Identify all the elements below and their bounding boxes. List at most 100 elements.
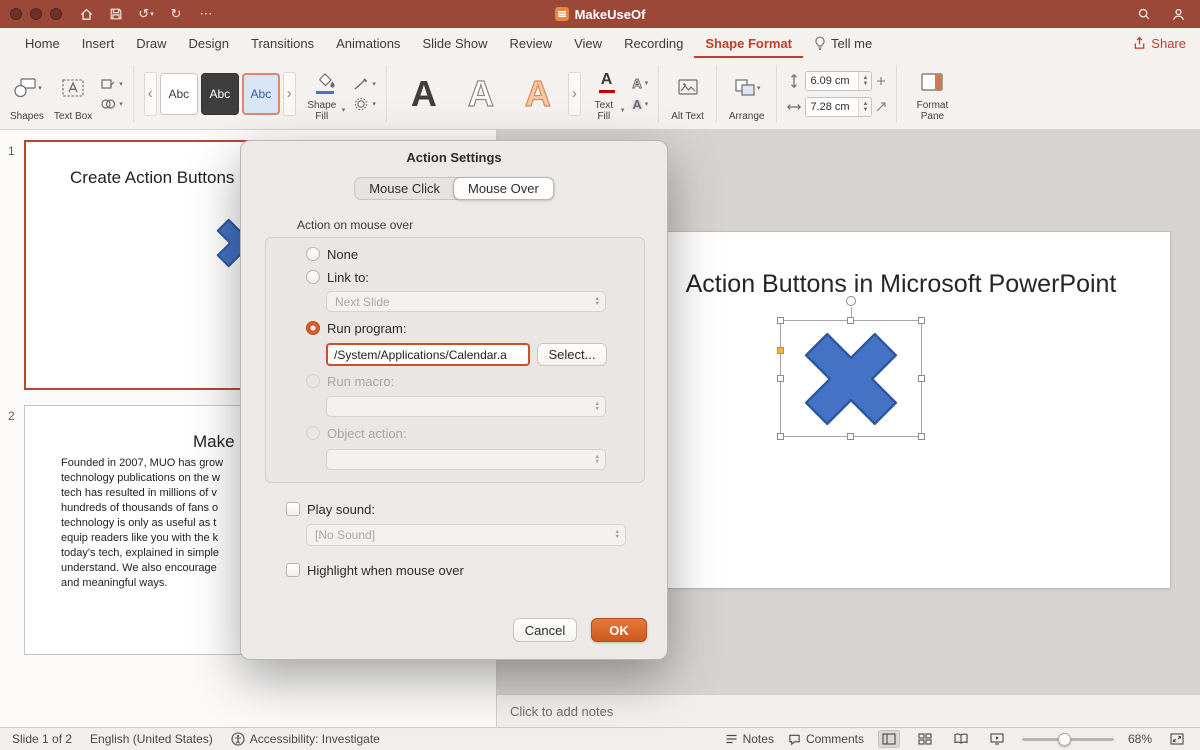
link-to-dropdown[interactable]: Next Slide ▲▼	[326, 291, 606, 312]
resize-handle-w[interactable]	[777, 375, 784, 382]
highlight-checkbox[interactable]	[286, 563, 300, 577]
tell-me-button[interactable]: Tell me	[803, 28, 883, 58]
run-macro-dropdown[interactable]: ▲▼	[326, 396, 606, 417]
shapes-button[interactable]: ▾ Shapes	[8, 62, 46, 125]
zoom-slider[interactable]	[1022, 738, 1114, 741]
arrange-button[interactable]: ▾ Arrange	[727, 62, 767, 125]
reading-view-button[interactable]	[950, 730, 972, 748]
play-sound-dropdown[interactable]: [No Sound] ▲▼	[306, 524, 626, 546]
share-button[interactable]: Share	[1133, 36, 1186, 51]
text-effects-button[interactable]: A ▾	[632, 97, 648, 112]
tab-draw[interactable]: Draw	[125, 28, 177, 58]
x-shape[interactable]	[795, 323, 907, 435]
select-program-button[interactable]: Select...	[537, 343, 607, 366]
shape-width-input[interactable]	[806, 98, 858, 116]
tab-shape-format[interactable]: Shape Format	[694, 28, 803, 58]
resize-handle-n[interactable]	[847, 317, 854, 324]
tab-view[interactable]: View	[563, 28, 613, 58]
minimize-button[interactable]	[30, 8, 42, 20]
play-sound-checkbox[interactable]	[286, 502, 300, 516]
tab-recording[interactable]: Recording	[613, 28, 694, 58]
format-pane-button[interactable]: Format Pane	[907, 62, 957, 125]
cancel-button[interactable]: Cancel	[513, 618, 577, 642]
normal-view-button[interactable]	[878, 730, 900, 748]
home-icon[interactable]	[76, 3, 96, 25]
redo-icon[interactable]: ↻	[166, 3, 186, 25]
search-icon[interactable]	[1134, 3, 1154, 25]
size-option-icon[interactable]	[876, 76, 886, 86]
text-outline-button[interactable]: A ▾	[632, 76, 648, 91]
save-icon[interactable]	[106, 3, 126, 25]
radio-run-program[interactable]	[306, 321, 320, 335]
comments-toggle[interactable]: Comments	[788, 732, 864, 746]
shape-outline-button[interactable]: ▾	[353, 77, 376, 91]
tab-transitions[interactable]: Transitions	[240, 28, 325, 58]
radio-object-action[interactable]	[306, 426, 320, 440]
slide-sorter-view-button[interactable]	[914, 730, 936, 748]
resize-handle-e[interactable]	[918, 375, 925, 382]
tab-animations[interactable]: Animations	[325, 28, 411, 58]
account-icon[interactable]	[1168, 3, 1188, 25]
zoom-slider-knob[interactable]	[1058, 733, 1071, 746]
gallery-scroll-right-icon[interactable]: ›	[283, 72, 296, 116]
object-action-dropdown[interactable]: ▲▼	[326, 449, 606, 470]
tab-design[interactable]: Design	[178, 28, 240, 58]
tab-home[interactable]: Home	[14, 28, 71, 58]
radio-run-macro[interactable]	[306, 374, 320, 388]
language-indicator[interactable]: English (United States)	[90, 732, 213, 746]
notes-toggle[interactable]: Notes	[725, 732, 774, 746]
height-stepper[interactable]: ▲▼	[858, 72, 871, 90]
wordart-style-2[interactable]: A	[454, 70, 508, 118]
resize-handle-ne[interactable]	[918, 317, 925, 324]
shape-selection-box[interactable]	[780, 320, 922, 437]
slide-counter[interactable]: Slide 1 of 2	[12, 732, 72, 746]
tab-insert[interactable]: Insert	[71, 28, 126, 58]
edit-shape-button[interactable]: ▾	[100, 77, 123, 91]
shape-style-preset-1[interactable]: Abc	[160, 73, 198, 115]
accessibility-status[interactable]: Accessibility: Investigate	[231, 732, 380, 746]
gallery-scroll-right-icon[interactable]: ›	[568, 72, 581, 116]
resize-handle-s[interactable]	[847, 433, 854, 440]
resize-handle-nw[interactable]	[777, 317, 784, 324]
tab-review[interactable]: Review	[498, 28, 563, 58]
resize-handle-se[interactable]	[918, 433, 925, 440]
width-stepper[interactable]: ▲▼	[858, 98, 871, 116]
close-button[interactable]	[10, 8, 22, 20]
gallery-scroll-left-icon[interactable]: ‹	[144, 72, 157, 116]
dialog-title: Action Settings	[241, 150, 667, 165]
tab-slide-show[interactable]: Slide Show	[411, 28, 498, 58]
undo-icon[interactable]: ↺▾	[136, 3, 156, 25]
shape-fill-button[interactable]: Shape Fill▾	[302, 62, 348, 125]
radio-none[interactable]	[306, 247, 320, 261]
shape-effects-icon	[353, 97, 369, 111]
zoom-button[interactable]	[50, 8, 62, 20]
shape-height-input[interactable]	[806, 72, 858, 90]
fit-slide-to-window-button[interactable]	[1166, 730, 1188, 748]
slide-canvas[interactable]: Action Buttons in Microsoft PowerPoint	[632, 232, 1170, 588]
tab-mouse-click[interactable]: Mouse Click	[355, 178, 454, 199]
resize-handle-sw[interactable]	[777, 433, 784, 440]
shape-style-preset-2[interactable]: Abc	[201, 73, 239, 115]
tab-mouse-over[interactable]: Mouse Over	[453, 177, 554, 200]
radio-link-to[interactable]	[306, 270, 320, 284]
text-box-button[interactable]: Text Box	[52, 62, 94, 125]
rotation-handle[interactable]	[846, 296, 856, 306]
run-program-input[interactable]	[326, 343, 530, 366]
notes-pane[interactable]: Click to add notes	[497, 694, 1200, 727]
zoom-percentage[interactable]: 68%	[1128, 732, 1152, 746]
slide-title-text[interactable]: Action Buttons in Microsoft PowerPoint	[632, 270, 1170, 299]
chevron-down-icon: ▾	[38, 84, 42, 92]
size-option-icon[interactable]	[876, 102, 886, 112]
wordart-style-1[interactable]: A	[397, 70, 451, 118]
alt-text-button[interactable]: Alt Text	[669, 62, 706, 125]
ok-button[interactable]: OK	[591, 618, 647, 642]
merge-shapes-button[interactable]: ▾	[100, 97, 123, 111]
more-commands-icon[interactable]: ⋯	[196, 3, 216, 25]
wordart-style-3[interactable]: A	[511, 70, 565, 118]
slideshow-view-button[interactable]	[986, 730, 1008, 748]
text-fill-button[interactable]: A Text Fill▾	[587, 62, 627, 125]
shape-style-preset-3-selected[interactable]: Abc	[242, 73, 280, 115]
shape-effects-button[interactable]: ▾	[353, 97, 376, 111]
adjustment-handle[interactable]	[777, 347, 784, 354]
notes-placeholder[interactable]: Click to add notes	[510, 704, 613, 719]
